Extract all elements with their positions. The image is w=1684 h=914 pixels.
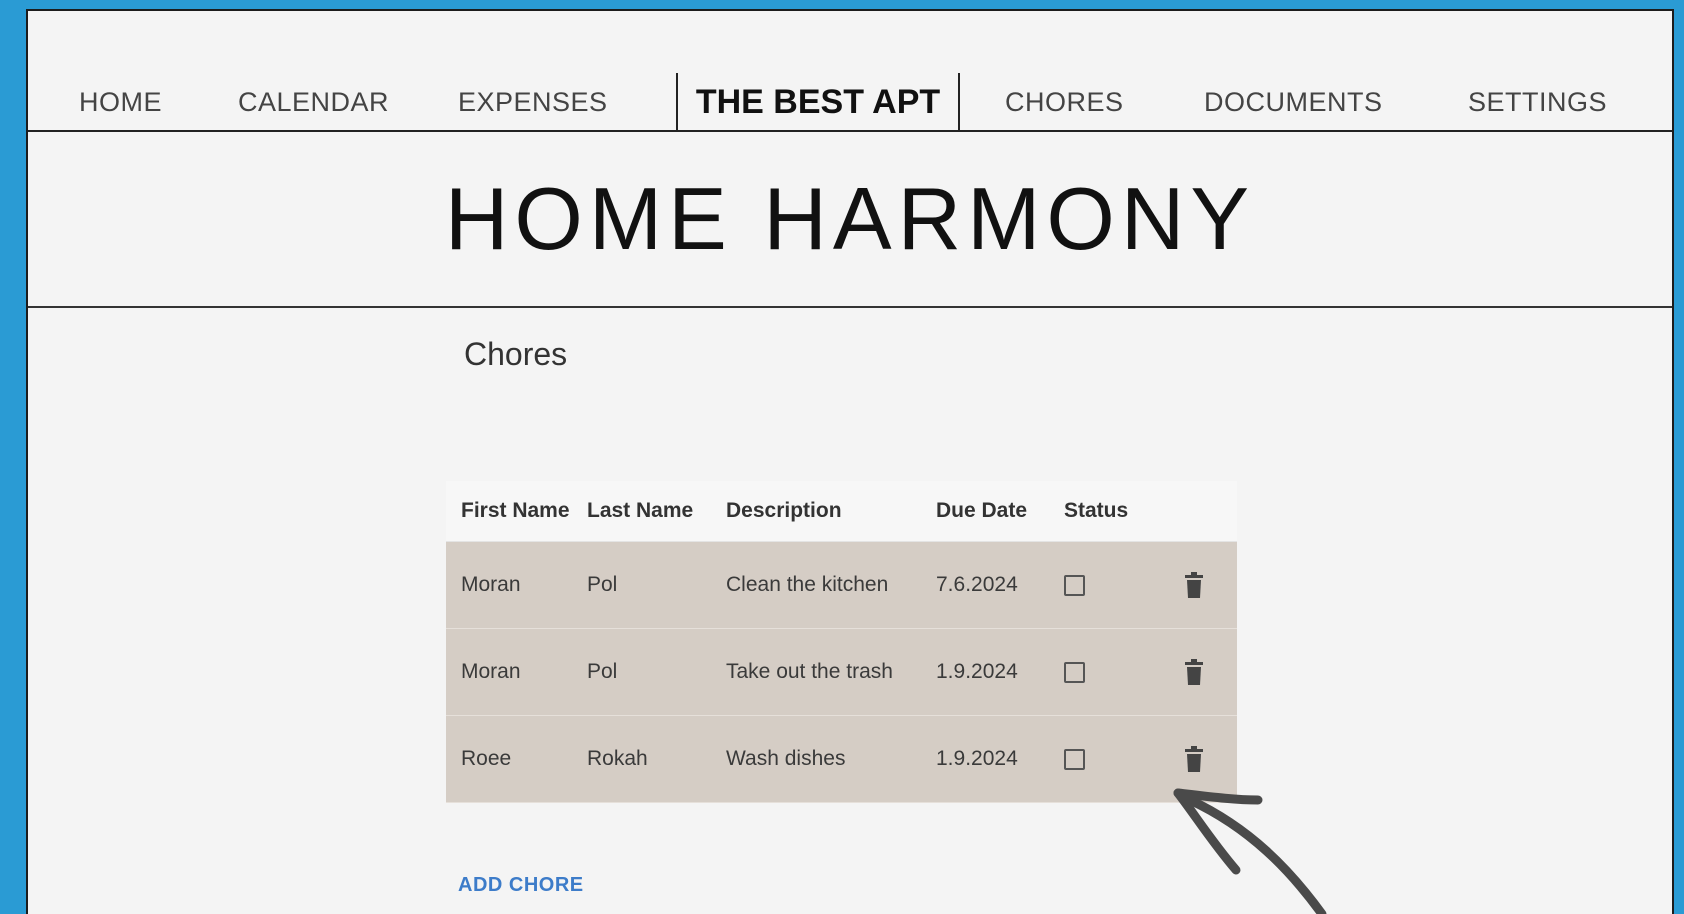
column-header-last-name: Last Name [587,499,694,522]
table-header: First Name Last Name Description Due Dat… [446,481,1237,542]
nav-settings[interactable]: SETTINGS [1468,73,1607,131]
nav-expenses[interactable]: EXPENSES [458,73,608,131]
trash-icon[interactable] [1184,746,1204,772]
cell-due-date: 1.9.2024 [936,747,1018,770]
table-row: Roee Rokah Wash dishes 1.9.2024 [446,716,1237,803]
add-chore-button[interactable]: ADD CHORE [458,874,584,897]
column-header-due-date: Due Date [936,499,1028,522]
nav-documents[interactable]: DOCUMENTS [1204,73,1383,131]
column-header-status: Status [1064,499,1129,522]
status-checkbox[interactable] [1064,661,1085,683]
trash-icon[interactable] [1184,659,1204,685]
cell-last-name: Pol [587,573,618,596]
page-title: HOME HARMONY [28,132,1672,308]
nav-brand[interactable]: THE BEST APT [676,73,960,131]
section-title: Chores [464,336,568,372]
cell-due-date: 1.9.2024 [936,660,1018,683]
cell-description: Take out the trash [726,660,893,683]
nav-home[interactable]: HOME [79,73,162,131]
cell-due-date: 7.6.2024 [936,573,1018,596]
cell-last-name: Pol [587,660,618,683]
cell-first-name: Roee [461,747,512,770]
nav-chores[interactable]: CHORES [1005,73,1124,131]
trash-icon[interactable] [1184,572,1204,598]
nav-calendar[interactable]: CALENDAR [238,73,389,131]
status-checkbox[interactable] [1064,574,1085,596]
cell-last-name: Rokah [587,747,648,770]
table-row: Moran Pol Clean the kitchen 7.6.2024 [446,542,1237,629]
cell-description: Clean the kitchen [726,573,889,596]
top-nav: HOME CALENDAR EXPENSES THE BEST APT CHOR… [28,11,1672,132]
table-row: Moran Pol Take out the trash 1.9.2024 [446,629,1237,716]
status-checkbox[interactable] [1064,748,1085,770]
column-header-description: Description [726,499,842,522]
chores-table: First Name Last Name Description Due Dat… [446,481,1237,803]
cell-first-name: Moran [461,573,521,596]
app-window: HOME CALENDAR EXPENSES THE BEST APT CHOR… [26,9,1674,914]
cell-description: Wash dishes [726,747,846,770]
cell-first-name: Moran [461,660,521,683]
column-header-first-name: First Name [461,499,570,522]
